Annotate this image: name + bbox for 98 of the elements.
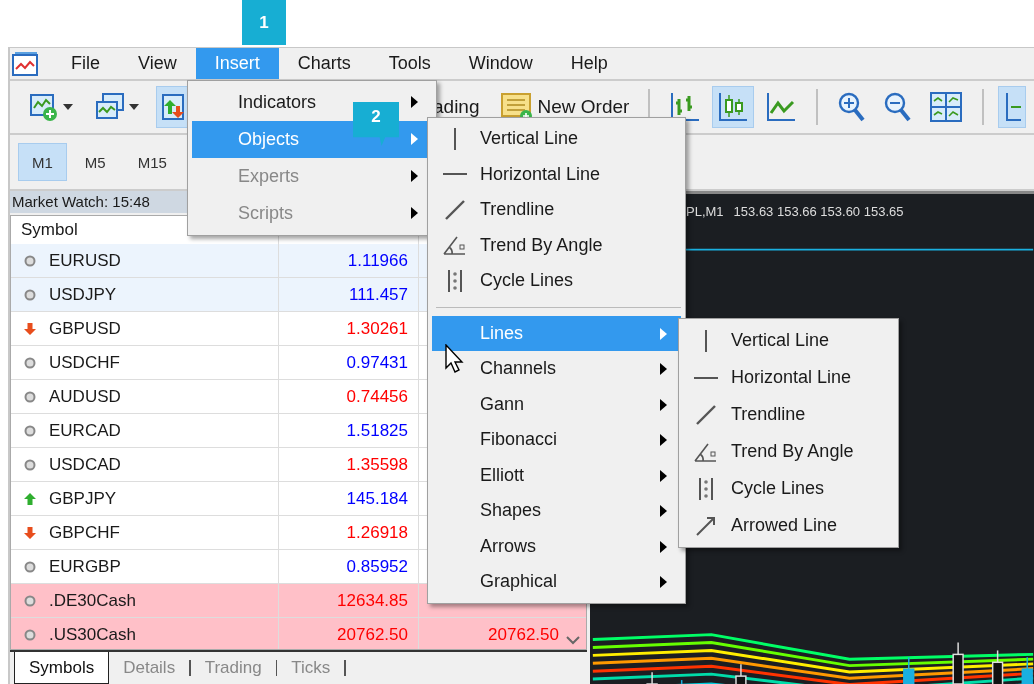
menu-item[interactable]: Horizontal Line — [683, 359, 894, 396]
chart-axis-icon[interactable] — [1003, 91, 1022, 123]
down-arrow-icon — [23, 321, 37, 336]
ask-price: 20762.50 — [488, 624, 559, 645]
menu-item[interactable]: Window — [449, 48, 552, 79]
timeframe-button[interactable]: M5 — [70, 143, 120, 181]
submenu-arrow-icon — [660, 469, 667, 482]
menu-item[interactable]: Trendline — [683, 396, 894, 433]
submenu-arrow-icon — [660, 576, 667, 588]
submenu-arrow-icon — [411, 133, 418, 145]
toolbar-button[interactable] — [156, 86, 190, 128]
menu-item[interactable]: Help — [551, 48, 627, 79]
status-circle-icon — [23, 355, 37, 370]
symbol-name: GBPJPY — [49, 488, 117, 509]
menu-item[interactable]: Vertical Line — [683, 322, 894, 359]
scroll-down-icon[interactable] — [566, 635, 580, 645]
symbol-name: USDCAD — [49, 454, 121, 475]
submenu-arrow-icon — [411, 207, 418, 219]
timeframe-button[interactable]: M1 — [18, 143, 67, 181]
menu-item[interactable]: Horizontal Line — [432, 156, 681, 192]
bid-price: 0.97431 — [346, 352, 408, 373]
new-chart-icon[interactable] — [29, 92, 59, 122]
bid-price: 145.184 — [346, 488, 408, 509]
menu-item[interactable]: Tools — [369, 48, 450, 79]
cycle-lines-icon — [447, 268, 463, 293]
symbol-name: USDCHF — [49, 352, 120, 373]
candlestick — [646, 671, 658, 684]
down-arrow-icon — [23, 525, 37, 540]
vertical-line-icon — [453, 127, 457, 150]
submenu-arrow-icon — [411, 96, 418, 108]
tab[interactable]: Symbols — [14, 652, 110, 684]
chart-symbol: PL,M1 — [686, 204, 724, 218]
symbol-name: GBPCHF — [49, 522, 120, 543]
candlestick — [952, 641, 964, 684]
menu-item[interactable]: Vertical Line — [432, 121, 681, 157]
bid-price: 1.30261 — [346, 318, 408, 339]
symbol-name: AUDUSD — [49, 386, 121, 407]
submenu-arrow-icon — [660, 398, 667, 411]
submenu-arrow-icon — [411, 170, 418, 182]
bid-price: 111.457 — [349, 284, 408, 305]
symbol-name: .US30Cash — [49, 624, 136, 645]
arrows-chart-icon[interactable] — [161, 92, 185, 122]
mouse-pointer-icon — [445, 344, 465, 374]
vertical-line-icon — [704, 329, 708, 352]
profiles-icon[interactable] — [95, 92, 125, 122]
up-arrow-icon — [23, 491, 37, 506]
candlestick — [991, 649, 1004, 684]
menu-item[interactable]: View — [119, 48, 196, 79]
status-circle-icon — [23, 627, 37, 642]
status-circle-icon — [23, 457, 37, 472]
status-circle-icon — [23, 287, 37, 302]
menu-item[interactable]: Indicators — [238, 92, 317, 113]
cycle-lines-icon — [698, 476, 714, 501]
toolbar-button[interactable] — [998, 86, 1027, 128]
status-circle-icon — [23, 423, 37, 438]
submenu-arrow-icon — [660, 327, 667, 340]
bid-price: 1.51825 — [346, 420, 408, 441]
bid-price: 12634.85 — [337, 590, 408, 611]
submenu-arrow-icon — [660, 540, 667, 553]
menu-item[interactable]: Cycle Lines — [683, 470, 894, 507]
bid-price: 1.35598 — [346, 454, 408, 475]
menu-item[interactable]: Trend By Angle — [683, 433, 894, 470]
status-circle-icon — [23, 559, 37, 574]
submenu-arrow-icon — [660, 434, 667, 446]
bid-price: 0.85952 — [346, 556, 408, 577]
candlestick — [1021, 656, 1033, 684]
symbol-name: EURGBP — [49, 556, 121, 577]
menu-item[interactable]: Arrowed Line — [683, 507, 894, 544]
status-circle-icon — [23, 593, 37, 608]
timeframe-button[interactable]: M15 — [123, 143, 181, 181]
dropdown-caret-icon[interactable] — [129, 104, 139, 110]
submenu-arrow-icon — [660, 505, 667, 517]
symbol-name: EURCAD — [49, 420, 121, 441]
price-readout: 153.63 153.66 153.60 153.65 — [733, 204, 904, 218]
symbol-name: .DE30Cash — [49, 590, 136, 611]
arrowed-line-icon — [695, 514, 717, 537]
table-row[interactable]: .US30Cash 20762.50 20762.50 — [11, 618, 586, 649]
symbol-name: USDJPY — [49, 284, 117, 305]
candlestick — [735, 663, 747, 684]
bid-price: 1.26918 — [346, 522, 408, 543]
candlestick — [680, 679, 683, 684]
dropdown-caret-icon[interactable] — [63, 104, 73, 110]
app-icon — [12, 50, 40, 77]
angle-icon — [443, 234, 467, 257]
trendline-icon — [695, 403, 717, 426]
candlestick — [903, 656, 915, 684]
step-badge: 1 — [242, 0, 286, 45]
status-circle-icon — [23, 389, 37, 404]
menu-item[interactable]: File — [52, 48, 119, 79]
bid-price: 1.11966 — [347, 250, 408, 271]
trendline-icon — [444, 198, 466, 221]
symbol-name: EURUSD — [49, 250, 121, 271]
status-circle-icon — [23, 253, 37, 268]
submenu-arrow-icon — [660, 363, 667, 375]
symbol-name: GBPUSD — [49, 318, 121, 339]
menu-item[interactable]: Charts — [278, 48, 370, 79]
bid-price: 0.74456 — [346, 386, 408, 407]
bid-price: 20762.50 — [337, 624, 408, 645]
